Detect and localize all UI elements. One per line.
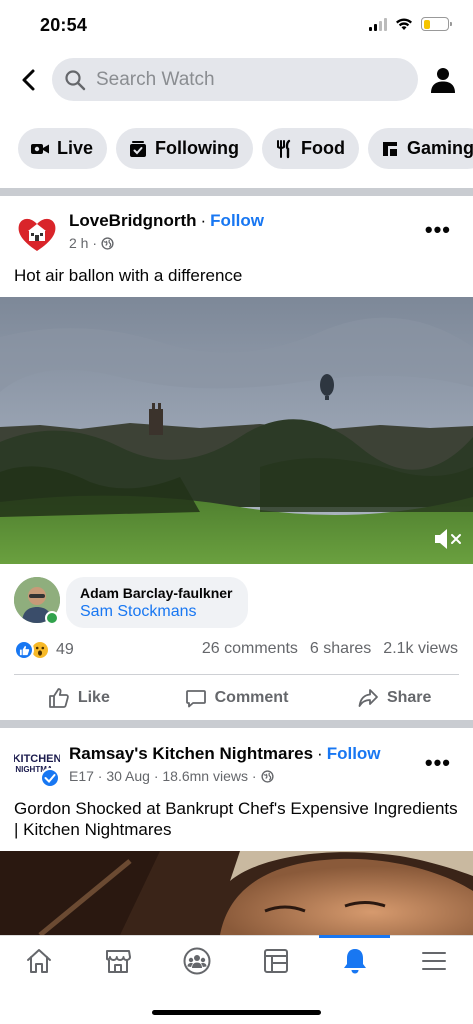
online-status-dot — [45, 611, 59, 625]
more-options-icon[interactable]: ••• — [425, 752, 451, 774]
like-button[interactable]: Like — [0, 684, 158, 712]
cellular-signal-icon — [369, 17, 387, 31]
follow-button[interactable]: Follow — [327, 744, 381, 763]
mute-icon[interactable] — [433, 526, 463, 552]
globe-icon — [101, 236, 114, 250]
share-button[interactable]: Share — [315, 684, 473, 712]
action-divider — [14, 674, 459, 675]
section-divider — [0, 720, 473, 728]
tab-groups[interactable] — [177, 944, 217, 978]
love-bridgnorth-logo — [14, 211, 60, 257]
chip-following[interactable]: Following — [116, 128, 254, 169]
name-separator: · — [200, 211, 207, 230]
chip-live[interactable]: Live — [18, 128, 108, 169]
marketplace-icon — [106, 950, 131, 973]
tab-marketplace[interactable] — [98, 944, 138, 978]
tab-feeds[interactable] — [256, 944, 296, 978]
reaction-count: 49 — [56, 641, 74, 658]
section-divider — [0, 188, 473, 196]
profile-icon[interactable] — [429, 66, 457, 94]
tab-menu[interactable] — [414, 944, 454, 978]
home-icon — [27, 949, 51, 973]
page-avatar[interactable]: KITCHEN NIGHTMA — [13, 744, 61, 790]
status-icons — [369, 17, 452, 31]
bottom-tab-bar — [0, 935, 473, 1024]
video-thumbnail — [0, 851, 473, 935]
svg-text:KITCHEN: KITCHEN — [14, 753, 60, 765]
chip-food[interactable]: Food — [262, 128, 359, 169]
search-input[interactable] — [96, 68, 376, 91]
comment-label: Comment — [214, 689, 289, 706]
chip-label: Following — [155, 138, 240, 158]
wifi-icon — [396, 18, 412, 30]
menu-icon — [422, 952, 446, 970]
chip-gaming[interactable]: Gaming — [368, 128, 473, 169]
more-options-icon[interactable]: ••• — [425, 219, 451, 241]
post-text: Gordon Shocked at Bankrupt Chef's Expens… — [14, 799, 458, 839]
globe-icon — [260, 769, 274, 783]
like-reaction-icon — [14, 640, 34, 660]
post-actions: Like Comment Share — [0, 684, 473, 712]
chip-label: Live — [57, 138, 94, 158]
search-icon — [65, 69, 86, 90]
post-header: KITCHEN NIGHTMA Ramsay's Kitchen Nightma… — [0, 744, 473, 804]
search-row — [0, 58, 473, 102]
share-count[interactable]: 6 shares — [310, 640, 371, 658]
comment-button[interactable]: Comment — [158, 684, 316, 712]
post-text: Hot air ballon with a difference — [14, 266, 243, 285]
following-icon — [130, 140, 147, 157]
share-label: Share — [386, 689, 432, 706]
video-player[interactable] — [0, 851, 473, 935]
active-tab-indicator — [319, 935, 390, 938]
back-arrow-icon[interactable] — [16, 66, 42, 94]
feeds-icon — [264, 949, 288, 973]
page-name-line: Ramsay's Kitchen Nightmares · Follow — [69, 744, 381, 764]
page-name[interactable]: Ramsay's Kitchen Nightmares — [69, 744, 313, 763]
status-bar: 20:54 — [0, 0, 473, 50]
post-meta: E17 · 30 Aug · 18.6mn views · — [69, 768, 274, 784]
category-chips: Live Following Food Gaming — [18, 128, 473, 169]
comment-count[interactable]: 26 comments — [202, 640, 298, 658]
notifications-icon — [344, 949, 366, 974]
video-camera-icon — [31, 143, 49, 154]
like-label: Like — [77, 689, 110, 706]
follow-button[interactable]: Follow — [210, 211, 264, 230]
page-name-line: LoveBridgnorth · Follow — [69, 211, 264, 231]
gaming-icon — [383, 141, 397, 156]
episode-meta: E17 · 30 Aug · 18.6mn views · — [69, 768, 257, 784]
kitchen-nightmares-logo: KITCHEN NIGHTMA — [13, 750, 61, 788]
comment-icon — [185, 690, 206, 708]
tab-notifications[interactable] — [335, 944, 375, 978]
comment-preview: Adam Barclay-faulkner Sam Stockmans — [0, 577, 473, 633]
groups-icon — [183, 947, 211, 975]
comment-text[interactable]: Sam Stockmans — [80, 603, 248, 621]
comment-author[interactable]: Adam Barclay-faulkner — [80, 585, 248, 601]
share-arrow-icon — [358, 689, 378, 707]
post-meta: 2 h · — [69, 235, 114, 251]
tab-home[interactable] — [19, 944, 59, 978]
reactions[interactable]: 49 — [14, 640, 74, 660]
search-bar[interactable] — [52, 58, 418, 101]
thumbs-up-icon — [48, 688, 69, 708]
chip-label: Food — [301, 138, 345, 158]
battery-icon — [421, 17, 452, 31]
chip-label: Gaming — [407, 138, 473, 158]
engagement-stats: 49 26 comments 6 shares 2.1k views — [0, 640, 473, 664]
home-indicator[interactable] — [152, 1010, 321, 1015]
status-time: 20:54 — [40, 15, 88, 35]
view-count: 2.1k views — [383, 640, 458, 657]
page-avatar[interactable] — [14, 211, 60, 257]
stats-right: 26 comments 6 shares 2.1k views — [202, 640, 458, 658]
comment-bubble[interactable]: Adam Barclay-faulkner Sam Stockmans — [66, 577, 248, 628]
post-header: LoveBridgnorth · Follow 2 h · ••• — [0, 211, 473, 271]
page-name[interactable]: LoveBridgnorth — [69, 211, 197, 230]
video-player[interactable] — [0, 297, 473, 564]
fork-knife-icon — [277, 139, 291, 158]
name-separator: · — [317, 744, 323, 763]
video-thumbnail — [0, 297, 473, 564]
post-time: 2 h · — [69, 235, 98, 251]
